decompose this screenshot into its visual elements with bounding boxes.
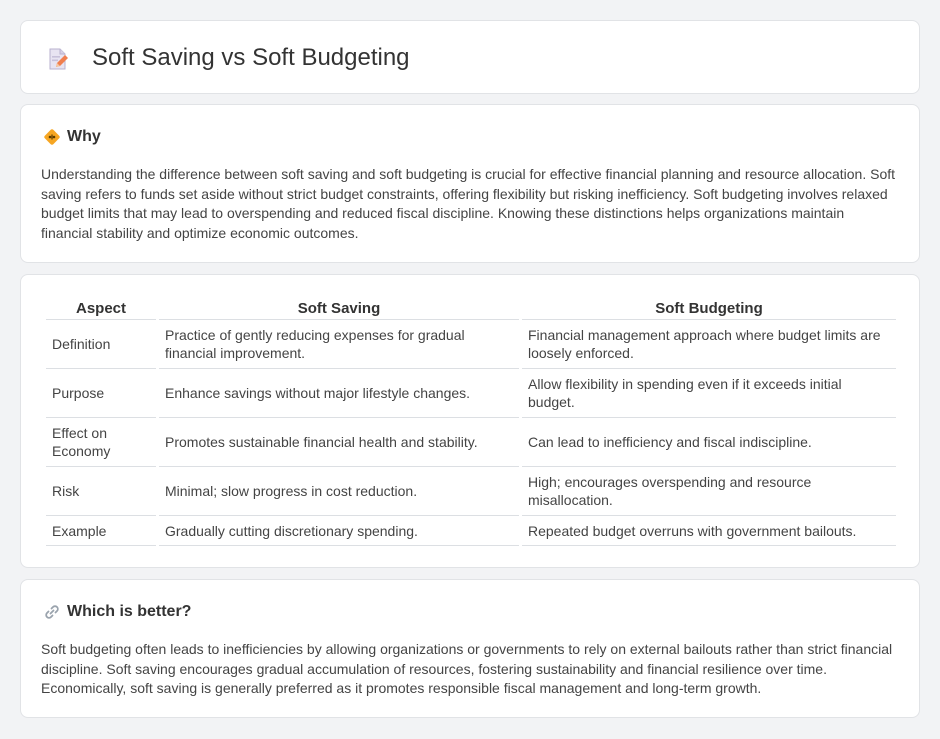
table-row: Effect on Economy Promotes sustainable f… [46, 418, 896, 467]
table-row: Example Gradually cutting discretionary … [46, 516, 896, 546]
row-soft-saving: Practice of gently reducing expenses for… [159, 320, 519, 369]
header-card: Soft Saving vs Soft Budgeting [20, 20, 920, 94]
row-aspect: Purpose [46, 369, 156, 418]
why-section: Why Understanding the difference between… [20, 104, 920, 263]
column-header-soft-budgeting: Soft Budgeting [522, 296, 896, 320]
row-soft-budgeting: Allow flexibility in spending even if it… [522, 369, 896, 418]
why-heading: Why [43, 126, 101, 148]
row-soft-budgeting: Repeated budget overruns with government… [522, 516, 896, 546]
row-soft-saving: Promotes sustainable financial health an… [159, 418, 519, 467]
better-title: Which is better? [67, 603, 192, 620]
why-title: Why [67, 128, 101, 145]
document-edit-icon [47, 47, 69, 71]
row-aspect: Definition [46, 320, 156, 369]
which-is-better-section: Which is better? Soft budgeting often le… [20, 579, 920, 718]
better-heading: Which is better? [43, 601, 191, 623]
table-row: Definition Practice of gently reducing e… [46, 320, 896, 369]
why-body: Understanding the difference between sof… [41, 166, 896, 241]
row-soft-budgeting: Financial management approach where budg… [522, 320, 896, 369]
page-title: Soft Saving vs Soft Budgeting [92, 44, 410, 71]
row-aspect: Effect on Economy [46, 418, 156, 467]
table-row: Risk Minimal; slow progress in cost redu… [46, 467, 896, 516]
comparison-section: Aspect Soft Saving Soft Budgeting Defini… [20, 274, 920, 568]
diamond-sign-icon [43, 128, 61, 146]
row-aspect: Risk [46, 467, 156, 516]
row-soft-budgeting: Can lead to inefficiency and fiscal indi… [522, 418, 896, 467]
table-header-row: Aspect Soft Saving Soft Budgeting [46, 296, 896, 320]
row-aspect: Example [46, 516, 156, 546]
better-body: Soft budgeting often leads to inefficien… [41, 641, 893, 696]
row-soft-saving: Enhance savings without major lifestyle … [159, 369, 519, 418]
row-soft-saving: Gradually cutting discretionary spending… [159, 516, 519, 546]
table-row: Purpose Enhance savings without major li… [46, 369, 896, 418]
row-soft-saving: Minimal; slow progress in cost reduction… [159, 467, 519, 516]
row-soft-budgeting: High; encourages overspending and resour… [522, 467, 896, 516]
link-icon [43, 603, 61, 621]
comparison-table: Aspect Soft Saving Soft Budgeting Defini… [43, 296, 899, 546]
column-header-aspect: Aspect [46, 296, 156, 320]
column-header-soft-saving: Soft Saving [159, 296, 519, 320]
